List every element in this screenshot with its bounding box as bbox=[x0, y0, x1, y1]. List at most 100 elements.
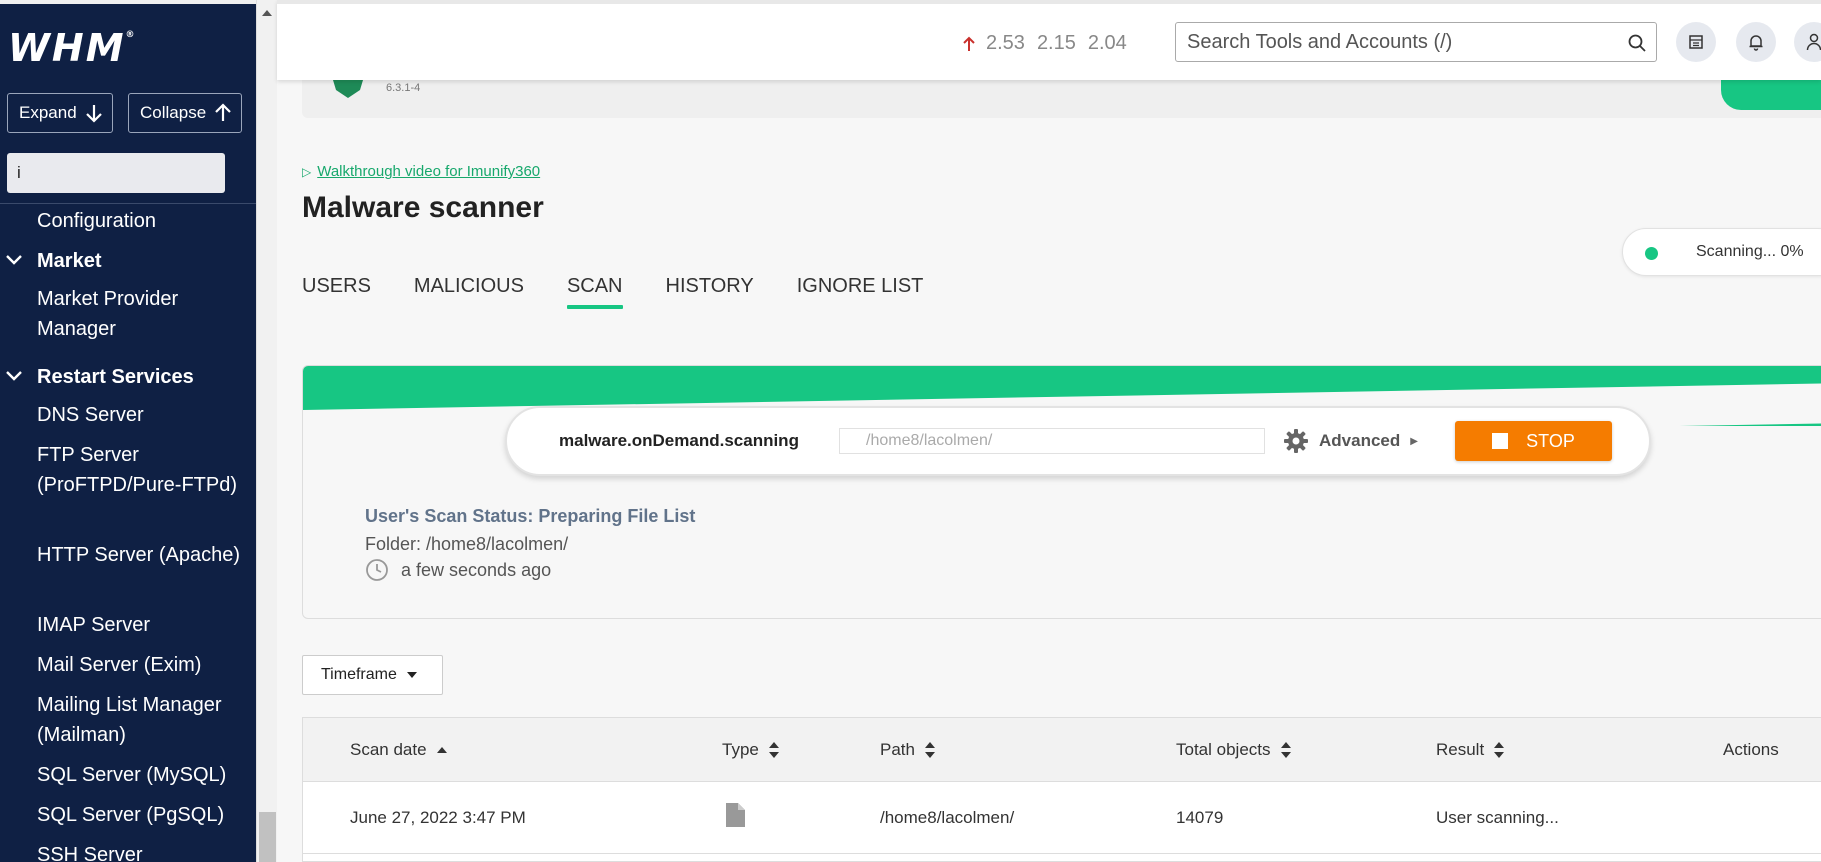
load-average-5: 2.15 bbox=[1036, 32, 1076, 54]
stop-label: STOP bbox=[1526, 430, 1575, 451]
sidebar: WHM® Expand Collapse i Configuration Mar… bbox=[0, 0, 256, 862]
column-label: Scan date bbox=[350, 740, 427, 759]
column-header-total-objects[interactable]: Total objects bbox=[1176, 740, 1291, 760]
collapse-button[interactable]: Collapse bbox=[128, 93, 242, 133]
column-header-path[interactable]: Path bbox=[880, 740, 935, 760]
sidebar-category-label: Market bbox=[37, 250, 102, 272]
column-header-result[interactable]: Result bbox=[1436, 740, 1505, 760]
sidebar-menu: Configuration Market Market Provider Man… bbox=[0, 206, 256, 862]
tools-search-input[interactable]: Search Tools and Accounts (/) bbox=[1175, 22, 1657, 62]
top-header: 2.53 2.15 2.04 Search Tools and Accounts… bbox=[277, 0, 1821, 80]
sort-icon bbox=[768, 742, 779, 758]
walkthrough-video-link[interactable]: ▷ Walkthrough video for Imunify360 bbox=[302, 163, 540, 180]
walkthrough-link-label: Walkthrough video for Imunify360 bbox=[317, 163, 541, 180]
column-label: Actions bbox=[1723, 740, 1779, 759]
cell-path: /home8/lacolmen/ bbox=[880, 808, 1015, 827]
sidebar-search-input[interactable]: i bbox=[7, 153, 225, 193]
caret-right-icon: ▶ bbox=[1410, 435, 1418, 447]
status-dot-icon bbox=[1645, 247, 1658, 260]
scan-history-table: Scan date Type Path Total objects Result… bbox=[302, 717, 1821, 862]
sort-icon bbox=[924, 742, 935, 758]
expand-button-label: Expand bbox=[19, 103, 77, 122]
scan-card: malware.onDemand.scanning /home8/lacolme… bbox=[302, 365, 1821, 619]
sidebar-category-label: Restart Services bbox=[37, 366, 194, 388]
chevron-down-icon bbox=[6, 371, 22, 381]
scanner-tabs: USERS MALICIOUS SCAN HISTORY IGNORE LIST bbox=[302, 275, 966, 311]
server-load-averages: 2.53 2.15 2.04 bbox=[962, 32, 1139, 55]
sidebar-item-ftp-server[interactable]: FTP Server (ProFTPD/Pure-FTPd) bbox=[0, 440, 256, 540]
page-title: Malware scanner bbox=[302, 191, 544, 224]
gear-icon bbox=[1284, 429, 1308, 453]
load-average-1: 2.53 bbox=[986, 32, 1025, 54]
load-average-15: 2.04 bbox=[1087, 32, 1127, 54]
whm-logo[interactable]: WHM® bbox=[8, 26, 135, 70]
tab-ignore-list[interactable]: IGNORE LIST bbox=[797, 275, 924, 311]
tab-malicious[interactable]: MALICIOUS bbox=[414, 275, 524, 311]
caret-down-icon bbox=[406, 672, 417, 678]
sidebar-item-sql-server-mysql[interactable]: SQL Server (MySQL) bbox=[0, 760, 256, 800]
load-up-arrow-icon bbox=[963, 36, 975, 51]
file-icon bbox=[724, 802, 746, 833]
stop-scan-button[interactable]: STOP bbox=[1455, 421, 1612, 461]
sidebar-divider bbox=[0, 203, 256, 204]
scan-time-text: a few seconds ago bbox=[401, 559, 552, 580]
server-icon bbox=[1689, 35, 1703, 49]
column-header-type[interactable]: Type bbox=[722, 740, 779, 760]
sidebar-item-mailing-list-manager[interactable]: Mailing List Manager (Mailman) bbox=[0, 690, 256, 760]
cell-scan-date: June 27, 2022 3:47 PM bbox=[350, 808, 526, 827]
play-icon: ▷ bbox=[302, 165, 312, 179]
collapse-button-label: Collapse bbox=[140, 103, 207, 122]
chevron-down-icon bbox=[6, 255, 22, 265]
sidebar-category-market[interactable]: Market bbox=[0, 246, 256, 284]
clock-icon bbox=[366, 559, 388, 581]
user-icon bbox=[1806, 33, 1821, 51]
stop-icon bbox=[1492, 433, 1509, 449]
expand-button[interactable]: Expand bbox=[7, 93, 113, 133]
page-scrollbar[interactable] bbox=[256, 0, 277, 862]
sidebar-item-market-provider-manager[interactable]: Market Provider Manager bbox=[0, 284, 256, 362]
bell-icon bbox=[1749, 35, 1763, 51]
tab-users[interactable]: USERS bbox=[302, 275, 371, 311]
scan-folder-text: Folder: /home8/lacolmen/ bbox=[365, 534, 569, 554]
table-row[interactable]: June 27, 2022 3:47 PM /home8/lacolmen/ 1… bbox=[303, 782, 1821, 854]
sidebar-item-http-server[interactable]: HTTP Server (Apache) bbox=[0, 540, 256, 610]
timeframe-dropdown[interactable]: Timeframe bbox=[302, 655, 443, 695]
scan-time: a few seconds ago bbox=[365, 558, 551, 582]
plugin-header-green-button[interactable] bbox=[1721, 80, 1821, 110]
sidebar-item-sql-server-pgsql[interactable]: SQL Server (PgSQL) bbox=[0, 800, 256, 840]
timeframe-label: Timeframe bbox=[321, 666, 397, 683]
search-icon[interactable] bbox=[1628, 34, 1646, 52]
advanced-options-toggle[interactable]: Advanced ▶ bbox=[1283, 428, 1418, 454]
scan-status-text: User's Scan Status: Preparing File List bbox=[365, 506, 696, 526]
scanning-progress-text: Scanning... 0% bbox=[1696, 243, 1804, 260]
server-info-button[interactable] bbox=[1676, 22, 1716, 62]
tab-history[interactable]: HISTORY bbox=[666, 275, 754, 311]
cell-total-objects: 14079 bbox=[1176, 808, 1224, 827]
column-label: Total objects bbox=[1176, 740, 1271, 759]
scan-path-input[interactable]: /home8/lacolmen/ bbox=[839, 428, 1265, 454]
sidebar-top-border bbox=[0, 0, 256, 4]
sort-icon bbox=[1280, 742, 1291, 758]
table-header: Scan date Type Path Total objects Result… bbox=[303, 718, 1821, 782]
scan-mode-label: malware.onDemand.scanning bbox=[559, 431, 799, 450]
scanning-status-pill[interactable]: Scanning... 0% bbox=[1622, 228, 1821, 276]
scan-control-bar: malware.onDemand.scanning /home8/lacolme… bbox=[505, 406, 1651, 476]
sidebar-item-imap-server[interactable]: IMAP Server bbox=[0, 610, 256, 650]
sidebar-item-dns-server[interactable]: DNS Server bbox=[0, 400, 256, 440]
scrollbar-thumb[interactable] bbox=[259, 812, 276, 862]
sidebar-item-mail-server[interactable]: Mail Server (Exim) bbox=[0, 650, 256, 690]
sidebar-item-configuration[interactable]: Configuration bbox=[0, 206, 256, 246]
notifications-button[interactable] bbox=[1736, 22, 1776, 62]
whm-page: WHM® Expand Collapse i Configuration Mar… bbox=[0, 0, 1821, 862]
advanced-label: Advanced bbox=[1319, 431, 1401, 450]
column-header-scan-date[interactable]: Scan date bbox=[350, 740, 447, 760]
user-menu-button[interactable] bbox=[1794, 22, 1821, 62]
sidebar-category-restart-services[interactable]: Restart Services bbox=[0, 362, 256, 400]
arrow-up-icon bbox=[215, 103, 231, 121]
tab-scan[interactable]: SCAN bbox=[566, 275, 623, 311]
sidebar-item-ssh-server[interactable]: SSH Server bbox=[0, 840, 256, 862]
cell-result: User scanning... bbox=[1436, 808, 1559, 827]
column-label: Path bbox=[880, 740, 915, 759]
plugin-version: 6.3.1-4 bbox=[386, 82, 421, 94]
scroll-up-arrow[interactable] bbox=[262, 10, 272, 16]
